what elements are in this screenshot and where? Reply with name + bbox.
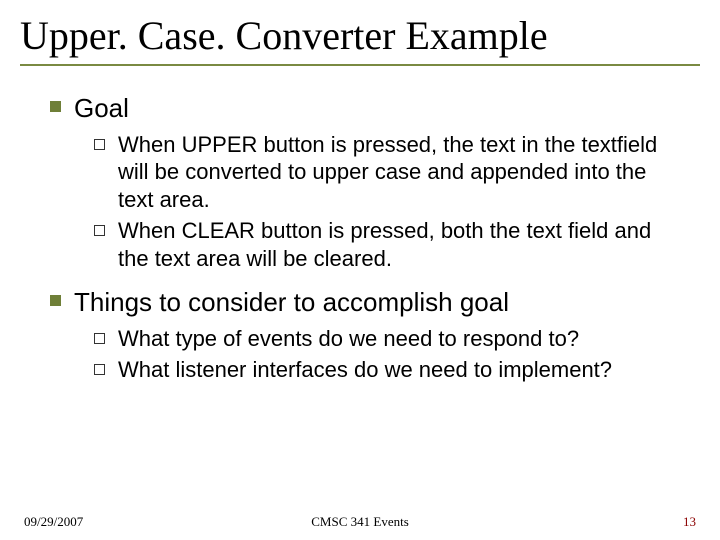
list-item: What type of events do we need to respon… <box>92 325 674 353</box>
section-things-to-consider: Things to consider to accomplish goal Wh… <box>46 286 674 384</box>
footer-page-number: 13 <box>683 514 696 530</box>
section-heading: Things to consider to accomplish goal <box>74 287 509 317</box>
section-goal: Goal When UPPER button is pressed, the t… <box>46 92 674 272</box>
section-heading: Goal <box>74 93 129 123</box>
footer-center: CMSC 341 Events <box>311 514 409 530</box>
slide-footer: 09/29/2007 CMSC 341 Events 13 <box>0 514 720 530</box>
list-item: What listener interfaces do we need to i… <box>92 356 674 384</box>
footer-date: 09/29/2007 <box>24 514 83 530</box>
slide-title: Upper. Case. Converter Example <box>20 14 700 58</box>
slide-body: Goal When UPPER button is pressed, the t… <box>0 66 720 384</box>
list-item: When CLEAR button is pressed, both the t… <box>92 217 674 272</box>
list-item: When UPPER button is pressed, the text i… <box>92 131 674 214</box>
